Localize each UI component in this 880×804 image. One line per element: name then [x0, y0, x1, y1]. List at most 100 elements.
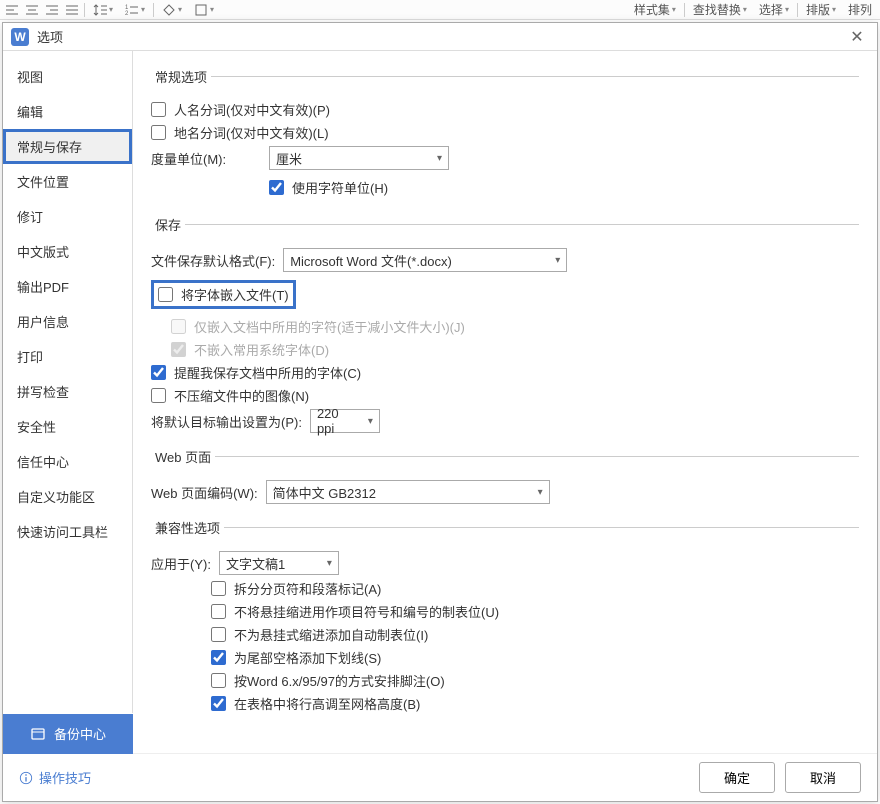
separator [684, 3, 685, 17]
split-page-label: 拆分分页符和段落标记(A) [234, 579, 381, 598]
sidebar-item-spellcheck[interactable]: 拼写检查 [3, 374, 132, 409]
cancel-button[interactable]: 取消 [785, 762, 861, 793]
find-replace-dropdown[interactable]: 查找替换▾ [689, 1, 751, 18]
word6-footnote-label: 按Word 6.x/95/97的方式安排脚注(O) [234, 671, 445, 690]
label: 选择 [759, 1, 783, 18]
place-seg-checkbox[interactable] [151, 125, 166, 140]
separator [84, 3, 85, 17]
align-center-icon[interactable] [24, 2, 40, 18]
remind-fonts-label: 提醒我保存文档中所用的字体(C) [174, 363, 361, 382]
tips-link[interactable]: 操作技巧 [19, 768, 91, 787]
only-used-chars-checkbox [171, 319, 186, 334]
word6-footnote-checkbox[interactable] [211, 673, 226, 688]
backup-label: 备份中心 [54, 724, 106, 743]
arrange-dropdown[interactable]: 排列 [844, 1, 876, 18]
styleset-dropdown[interactable]: 样式集▾ [630, 1, 680, 18]
dialog-bottom: 操作技巧 确定 取消 [3, 753, 877, 801]
unit-select[interactable]: 厘米 [269, 146, 449, 170]
svg-text:2: 2 [125, 11, 129, 17]
default-fmt-label: 文件保存默认格式(F): [151, 251, 275, 270]
trail-underline-label: 为尾部空格添加下划线(S) [234, 648, 381, 667]
label: 样式集 [634, 1, 670, 18]
separator [153, 3, 154, 17]
tips-label: 操作技巧 [39, 768, 91, 787]
sidebar-item-trust-center[interactable]: 信任中心 [3, 444, 132, 479]
general-options-group: 常规选项 人名分词(仅对中文有效)(P) 地名分词(仅对中文有效)(L) 度量单… [151, 67, 859, 205]
sidebar-item-security[interactable]: 安全性 [3, 409, 132, 444]
options-content: 常规选项 人名分词(仅对中文有效)(P) 地名分词(仅对中文有效)(L) 度量单… [133, 51, 877, 713]
apply-label: 应用于(Y): [151, 554, 211, 573]
separator [797, 3, 798, 17]
compat-group: 兼容性选项 应用于(Y): 文字文稿1 拆分分页符和段落标记(A) 不将悬挂缩进… [151, 518, 859, 713]
save-legend: 保存 [151, 215, 185, 234]
trail-underline-checkbox[interactable] [211, 650, 226, 665]
general-legend: 常规选项 [151, 67, 211, 86]
row-height-grid-label: 在表格中将行高调至网格高度(B) [234, 694, 420, 713]
select-dropdown[interactable]: 选择▾ [755, 1, 793, 18]
web-legend: Web 页面 [151, 447, 215, 466]
backup-center-button[interactable]: 备份中心 [3, 714, 133, 754]
shading-dropdown[interactable]: ▾ [158, 3, 186, 17]
align-right-icon[interactable] [44, 2, 60, 18]
split-page-checkbox[interactable] [211, 581, 226, 596]
sidebar-item-print[interactable]: 打印 [3, 339, 132, 374]
label: 排列 [848, 1, 872, 18]
align-left-icon[interactable] [4, 2, 20, 18]
not-embed-sys-label: 不嵌入常用系统字体(D) [194, 340, 329, 359]
no-compress-img-checkbox[interactable] [151, 388, 166, 403]
line-spacing-dropdown[interactable]: ▾ [89, 3, 117, 17]
sidebar-item-customize-ribbon[interactable]: 自定义功能区 [3, 479, 132, 514]
numbered-list-dropdown[interactable]: 12▾ [121, 3, 149, 17]
default-output-label: 将默认目标输出设置为(P): [151, 412, 302, 431]
sidebar-item-edit[interactable]: 编辑 [3, 94, 132, 129]
close-button[interactable]: ✕ [845, 25, 869, 49]
only-used-chars-label: 仅嵌入文档中所用的字符(适于减小文件大小)(J) [194, 317, 465, 336]
app-icon: W [11, 28, 29, 46]
apply-select[interactable]: 文字文稿1 [219, 551, 339, 575]
compat-legend: 兼容性选项 [151, 518, 224, 537]
border-dropdown[interactable]: ▾ [190, 3, 218, 17]
sidebar-item-view[interactable]: 视图 [3, 59, 132, 94]
embed-fonts-checkbox[interactable] [158, 287, 173, 302]
sidebar-item-quick-access[interactable]: 快速访问工具栏 [3, 514, 132, 549]
ok-button[interactable]: 确定 [699, 762, 775, 793]
no-auto-tab-label: 不为悬挂式缩进添加自动制表位(I) [234, 625, 428, 644]
no-hang-indent-tab-checkbox[interactable] [211, 604, 226, 619]
sidebar-item-chinese-layout[interactable]: 中文版式 [3, 234, 132, 269]
save-group: 保存 文件保存默认格式(F): Microsoft Word 文件(*.docx… [151, 215, 859, 437]
unit-label: 度量单位(M): [151, 149, 261, 168]
use-char-unit-checkbox[interactable] [269, 180, 284, 195]
sidebar-item-general-save[interactable]: 常规与保存 [3, 129, 132, 164]
use-char-unit-label: 使用字符单位(H) [292, 178, 388, 197]
web-enc-label: Web 页面编码(W): [151, 483, 258, 502]
info-icon [19, 771, 33, 785]
sidebar-item-revision[interactable]: 修订 [3, 199, 132, 234]
options-sidebar: 视图 编辑 常规与保存 文件位置 修订 中文版式 输出PDF 用户信息 打印 拼… [3, 51, 133, 713]
backup-icon [30, 726, 46, 742]
sidebar-item-output-pdf[interactable]: 输出PDF [3, 269, 132, 304]
name-seg-label: 人名分词(仅对中文有效)(P) [174, 100, 330, 119]
name-seg-checkbox[interactable] [151, 102, 166, 117]
layout-dropdown[interactable]: 排版▾ [802, 1, 840, 18]
remind-fonts-checkbox[interactable] [151, 365, 166, 380]
default-fmt-select[interactable]: Microsoft Word 文件(*.docx) [283, 248, 567, 272]
dialog-title: 选项 [37, 27, 845, 46]
web-enc-select[interactable]: 简体中文 GB2312 [266, 480, 550, 504]
sidebar-item-file-location[interactable]: 文件位置 [3, 164, 132, 199]
sidebar-item-user-info[interactable]: 用户信息 [3, 304, 132, 339]
main-toolbar: ▾ 12▾ ▾ ▾ 样式集▾ 查找替换▾ 选择▾ 排版▾ 排列 [0, 0, 880, 20]
embed-fonts-label: 将字体嵌入文件(T) [181, 285, 289, 304]
label: 排版 [806, 1, 830, 18]
default-output-select[interactable]: 220 ppi [310, 409, 380, 433]
place-seg-label: 地名分词(仅对中文有效)(L) [174, 123, 329, 142]
no-compress-img-label: 不压缩文件中的图像(N) [174, 386, 309, 405]
not-embed-sys-checkbox [171, 342, 186, 357]
web-group: Web 页面 Web 页面编码(W): 简体中文 GB2312 [151, 447, 859, 508]
align-justify-icon[interactable] [64, 2, 80, 18]
dialog-titlebar: W 选项 ✕ [3, 23, 877, 51]
options-dialog: W 选项 ✕ 视图 编辑 常规与保存 文件位置 修订 中文版式 输出PDF 用户… [2, 22, 878, 802]
no-auto-tab-checkbox[interactable] [211, 627, 226, 642]
label: 查找替换 [693, 1, 741, 18]
embed-fonts-highlight: 将字体嵌入文件(T) [151, 280, 296, 309]
row-height-grid-checkbox[interactable] [211, 696, 226, 711]
